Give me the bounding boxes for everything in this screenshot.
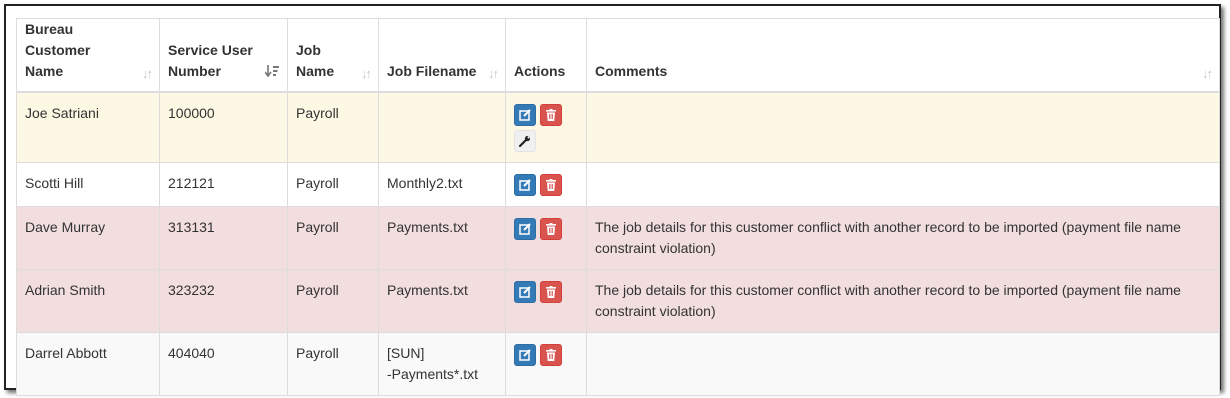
col-header-job-name[interactable]: Job Name ↓↑ bbox=[287, 18, 379, 93]
cell-job-name: Payroll bbox=[287, 206, 379, 270]
delete-button[interactable] bbox=[540, 344, 562, 366]
edit-icon bbox=[519, 109, 531, 121]
cell-service-user-number: 313131 bbox=[159, 206, 288, 270]
sort-descending-icon[interactable] bbox=[264, 65, 279, 80]
header-label: Job Name bbox=[296, 42, 335, 79]
delete-button[interactable] bbox=[540, 104, 562, 126]
edit-button[interactable] bbox=[514, 104, 536, 126]
cell-job-name: Payroll bbox=[287, 92, 379, 163]
cell-customer-name: Joe Satriani bbox=[16, 92, 160, 163]
cell-service-user-number: 404040 bbox=[159, 332, 288, 396]
cell-comments: The job details for this customer confli… bbox=[586, 206, 1220, 270]
header-label: Actions bbox=[514, 63, 566, 79]
trash-icon bbox=[546, 179, 556, 191]
cell-job-filename: Payments.txt bbox=[378, 206, 506, 270]
cell-job-name: Payroll bbox=[287, 162, 379, 207]
cell-service-user-number: 212121 bbox=[159, 162, 288, 207]
edit-icon bbox=[519, 349, 531, 361]
configure-button[interactable] bbox=[514, 130, 536, 152]
trash-icon bbox=[546, 349, 556, 361]
cell-job-filename bbox=[378, 92, 506, 163]
cell-customer-name: Darrel Abbott bbox=[16, 332, 160, 396]
header-label: Job Filename bbox=[387, 63, 477, 79]
table-row: Dave Murray 313131 Payroll Payments.txt … bbox=[16, 206, 1220, 270]
cell-job-filename: [SUN] -Payments*.txt bbox=[378, 332, 506, 396]
edit-icon bbox=[519, 286, 531, 298]
cell-comments bbox=[586, 92, 1220, 163]
import-records-table: Bureau Customer Name ↓↑ Service User Num… bbox=[16, 18, 1220, 396]
trash-icon bbox=[546, 223, 556, 235]
cell-service-user-number: 323232 bbox=[159, 269, 288, 333]
trash-icon bbox=[546, 286, 556, 298]
table-row: Joe Satriani 100000 Payroll bbox=[16, 92, 1220, 163]
edit-icon bbox=[519, 179, 531, 191]
cell-job-filename: Monthly2.txt bbox=[378, 162, 506, 207]
cell-job-filename: Payments.txt bbox=[378, 269, 506, 333]
cell-actions bbox=[505, 269, 587, 333]
cell-customer-name: Scotti Hill bbox=[16, 162, 160, 207]
cell-comments bbox=[586, 162, 1220, 207]
cell-actions bbox=[505, 206, 587, 270]
delete-button[interactable] bbox=[540, 281, 562, 303]
cell-job-name: Payroll bbox=[287, 332, 379, 396]
sort-unsorted-icon[interactable]: ↓↑ bbox=[1202, 67, 1213, 80]
col-header-service-user-number[interactable]: Service User Number bbox=[159, 18, 288, 93]
trash-icon bbox=[546, 109, 556, 121]
table-row: Adrian Smith 323232 Payroll Payments.txt… bbox=[16, 269, 1220, 333]
edit-button[interactable] bbox=[514, 281, 536, 303]
sort-unsorted-icon[interactable]: ↓↑ bbox=[142, 67, 153, 80]
cell-actions bbox=[505, 92, 587, 163]
sort-unsorted-icon[interactable]: ↓↑ bbox=[488, 67, 499, 80]
window-frame: Bureau Customer Name ↓↑ Service User Num… bbox=[4, 4, 1221, 396]
cell-job-name: Payroll bbox=[287, 269, 379, 333]
sort-unsorted-icon[interactable]: ↓↑ bbox=[361, 67, 372, 80]
edit-button[interactable] bbox=[514, 218, 536, 240]
header-label: Service User Number bbox=[168, 42, 253, 79]
col-header-actions: Actions bbox=[505, 18, 587, 93]
table-header-row: Bureau Customer Name ↓↑ Service User Num… bbox=[16, 18, 1220, 93]
col-header-comments[interactable]: Comments ↓↑ bbox=[586, 18, 1220, 93]
wrench-icon bbox=[519, 135, 531, 147]
edit-button[interactable] bbox=[514, 344, 536, 366]
cell-actions bbox=[505, 332, 587, 396]
edit-button[interactable] bbox=[514, 174, 536, 196]
table-row: Scotti Hill 212121 Payroll Monthly2.txt bbox=[16, 162, 1220, 207]
header-label: Bureau Customer Name bbox=[25, 21, 91, 79]
delete-button[interactable] bbox=[540, 174, 562, 196]
col-header-customer-name[interactable]: Bureau Customer Name ↓↑ bbox=[16, 18, 160, 93]
table-row: Darrel Abbott 404040 Payroll [SUN] -Paym… bbox=[16, 332, 1220, 396]
cell-comments: The job details for this customer confli… bbox=[586, 269, 1220, 333]
cell-customer-name: Dave Murray bbox=[16, 206, 160, 270]
delete-button[interactable] bbox=[540, 218, 562, 240]
cell-actions bbox=[505, 162, 587, 207]
cell-customer-name: Adrian Smith bbox=[16, 269, 160, 333]
cell-comments bbox=[586, 332, 1220, 396]
cell-service-user-number: 100000 bbox=[159, 92, 288, 163]
header-label: Comments bbox=[595, 63, 668, 79]
col-header-job-filename[interactable]: Job Filename ↓↑ bbox=[378, 18, 506, 93]
edit-icon bbox=[519, 223, 531, 235]
